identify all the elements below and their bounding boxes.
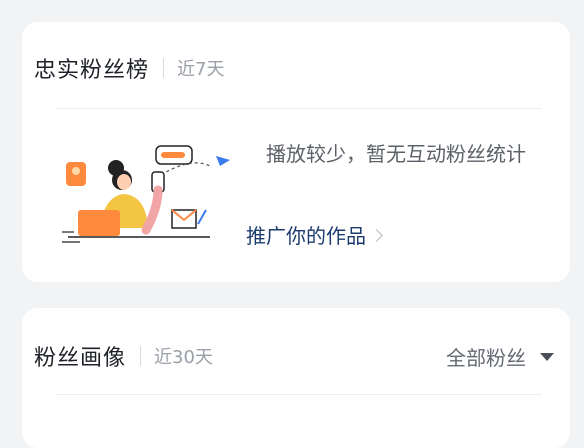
loyal-fans-header: 忠实粉丝榜 近7天	[34, 46, 554, 90]
fan-profile-header: 粉丝画像 近30天 全部粉丝	[34, 334, 554, 378]
empty-state-illustration	[62, 145, 230, 243]
fan-profile-card	[22, 308, 570, 448]
header-separator	[140, 346, 142, 366]
chevron-right-icon	[370, 229, 383, 242]
loyal-fans-title: 忠实粉丝榜	[34, 58, 150, 83]
loyal-fans-divider	[56, 108, 542, 109]
empty-message: 播放较少，暂无互动粉丝统计	[266, 142, 526, 166]
header-separator	[163, 58, 165, 78]
fan-filter-label: 全部粉丝	[446, 345, 526, 370]
caret-down-icon	[540, 353, 554, 361]
promote-works-link[interactable]: 推广你的作品	[246, 220, 383, 249]
fan-profile-title: 粉丝画像	[34, 346, 127, 371]
fan-filter-dropdown[interactable]: 全部粉丝	[446, 342, 554, 371]
fan-profile-divider	[56, 394, 542, 395]
loyal-fans-period: 近7天	[177, 59, 225, 80]
fan-profile-period: 近30天	[154, 347, 213, 368]
promote-works-label: 推广你的作品	[246, 224, 366, 248]
